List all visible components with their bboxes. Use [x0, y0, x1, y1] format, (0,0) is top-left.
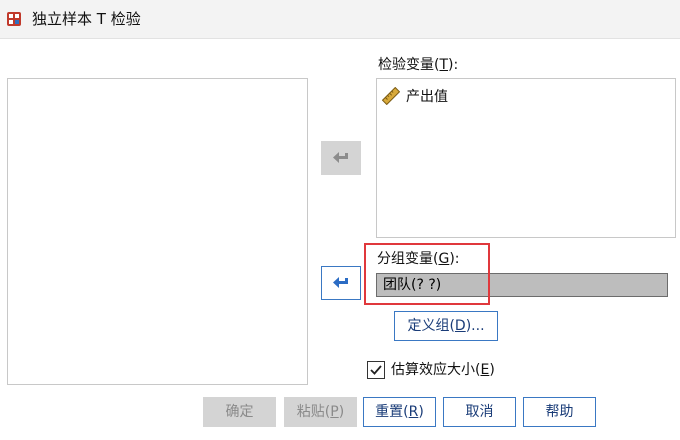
spss-app-icon	[7, 12, 21, 26]
move-to-test-variables-button[interactable]	[321, 141, 361, 175]
effect-size-label: 估算效应大小(E)	[391, 362, 495, 378]
test-variable-label: 产出值	[406, 89, 448, 105]
move-to-grouping-variable-button[interactable]	[321, 266, 361, 300]
paste-button[interactable]: 粘贴(P)	[284, 397, 357, 427]
ok-button[interactable]: 确定	[203, 397, 276, 427]
cancel-button[interactable]: 取消	[443, 397, 516, 427]
title-bar: 独立样本 T 检验	[0, 0, 680, 39]
help-button[interactable]: 帮助	[523, 397, 596, 427]
arrow-left-icon	[333, 277, 348, 288]
reset-button[interactable]: 重置(R)	[363, 397, 436, 427]
define-groups-button[interactable]: 定义组(D)...	[394, 311, 498, 341]
highlight-annotation	[364, 243, 490, 305]
checkmark-icon	[370, 365, 382, 375]
effect-size-checkbox[interactable]	[367, 361, 385, 379]
list-item[interactable]: 产出值	[382, 86, 448, 106]
test-variables-label: 检验变量(T):	[378, 57, 459, 73]
arrow-left-icon	[333, 152, 348, 163]
window-title: 独立样本 T 检验	[32, 10, 141, 28]
source-variable-list[interactable]	[7, 78, 308, 385]
ruler-icon	[382, 87, 400, 105]
